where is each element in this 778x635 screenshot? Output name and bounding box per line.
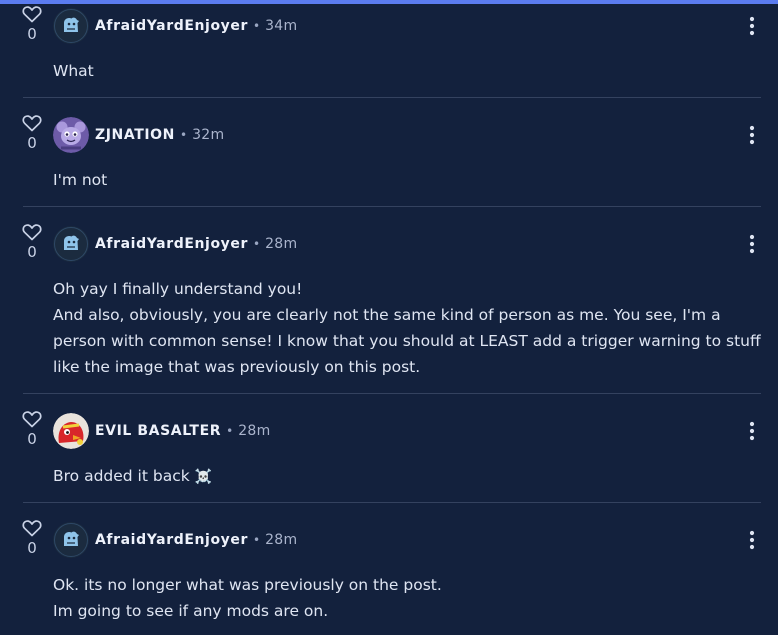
more-vertical-icon[interactable] (744, 529, 760, 551)
comment-meta: EVIL BASALTER • 28m (95, 413, 271, 449)
heart-icon[interactable] (21, 222, 43, 242)
comment-text: Ok. its no longer what was previously on… (53, 576, 442, 594)
author-name[interactable]: ZJNATION (95, 127, 175, 143)
comment-text: What (53, 62, 94, 80)
comment-text: I'm not (53, 171, 108, 189)
separator-dot: • (180, 128, 188, 142)
more-vertical-icon[interactable] (744, 15, 760, 37)
separator-dot: • (253, 237, 261, 251)
more-vertical-icon[interactable] (744, 420, 760, 442)
comment-text: And also, obviously, you are clearly not… (53, 306, 761, 376)
timestamp: 28m (238, 423, 271, 439)
heart-icon[interactable] (21, 113, 43, 133)
timestamp: 28m (265, 236, 298, 252)
vote-control: 0 (21, 518, 43, 557)
timestamp: 32m (192, 127, 225, 143)
heart-icon[interactable] (21, 409, 43, 429)
heart-icon[interactable] (21, 518, 43, 538)
vote-control: 0 (21, 113, 43, 152)
comment-body: Ok. its no longer what was previously on… (53, 572, 763, 624)
author-name[interactable]: AfraidYardEnjoyer (95, 18, 248, 34)
separator-dot: • (253, 19, 261, 33)
divider (23, 502, 761, 503)
comment-body: Oh yay I finally understand you! And als… (53, 276, 763, 380)
comment-feed: 0 AfraidYardEnjoyer • 34m What 0 ZJNATIO… (0, 0, 778, 635)
comment-text: Bro added it back ☠️ (53, 463, 763, 490)
comment-meta: AfraidYardEnjoyer • 28m (95, 522, 297, 558)
author-name[interactable]: AfraidYardEnjoyer (95, 532, 248, 548)
heart-icon[interactable] (21, 4, 43, 24)
comment-text: Oh yay I finally understand you! (53, 280, 303, 298)
timestamp: 28m (265, 532, 298, 548)
author-name[interactable]: AfraidYardEnjoyer (95, 236, 248, 252)
skull-emoji: ☠️ (194, 469, 213, 485)
blue-ghost-avatar[interactable] (53, 8, 89, 44)
comment-text-content: Bro added it back (53, 467, 190, 485)
vote-count: 0 (27, 539, 37, 557)
vote-count: 0 (27, 430, 37, 448)
comment-body: I'm not (53, 167, 763, 193)
vote-control: 0 (21, 409, 43, 448)
divider (23, 393, 761, 394)
comment-body: What (53, 58, 763, 84)
timestamp: 34m (265, 18, 298, 34)
blue-ghost-avatar[interactable] (53, 522, 89, 558)
vote-control: 0 (21, 4, 43, 43)
vote-count: 0 (27, 243, 37, 261)
vote-count: 0 (27, 25, 37, 43)
divider (23, 206, 761, 207)
comment-body: Bro added it back ☠️ (53, 463, 763, 490)
red-bird-avatar[interactable] (53, 413, 89, 449)
comment-meta: AfraidYardEnjoyer • 34m (95, 8, 297, 44)
comment-meta: AfraidYardEnjoyer • 28m (95, 226, 297, 262)
divider (23, 97, 761, 98)
comment-meta: ZJNATION • 32m (95, 117, 224, 153)
author-name[interactable]: EVIL BASALTER (95, 423, 221, 439)
vote-control: 0 (21, 222, 43, 261)
blue-ghost-avatar[interactable] (53, 226, 89, 262)
purple-critter-avatar[interactable] (53, 117, 89, 153)
vote-count: 0 (27, 134, 37, 152)
separator-dot: • (253, 533, 261, 547)
separator-dot: • (226, 424, 234, 438)
comment-text: Im going to see if any mods are on. (53, 602, 329, 620)
more-vertical-icon[interactable] (744, 233, 760, 255)
more-vertical-icon[interactable] (744, 124, 760, 146)
